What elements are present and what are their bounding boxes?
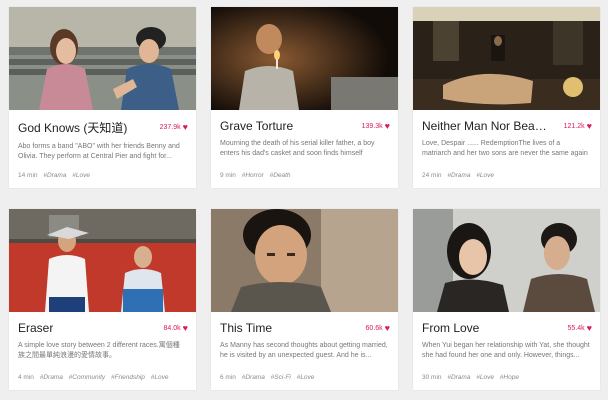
tag[interactable]: #Friendship — [111, 374, 145, 381]
film-title[interactable]: Eraser — [18, 321, 53, 335]
film-card-neither-man-nor-beast[interactable]: Neither Man Nor Beast (... 121.2k ♥ Love… — [413, 7, 600, 188]
film-duration: 4 min — [18, 374, 34, 381]
tag[interactable]: #Horror — [242, 172, 264, 179]
film-title[interactable]: God Knows (天知道) — [18, 119, 127, 136]
tag[interactable]: #Love — [72, 172, 90, 179]
tag[interactable]: #Drama — [40, 374, 63, 381]
film-title[interactable]: Grave Torture — [220, 119, 293, 133]
film-card-grave-torture[interactable]: Grave Torture 139.3k ♥ Mourning the deat… — [211, 7, 398, 188]
heart-icon[interactable]: ♥ — [183, 123, 188, 132]
heart-icon[interactable]: ♥ — [587, 323, 592, 333]
film-thumbnail[interactable] — [413, 209, 600, 312]
film-thumbnail[interactable] — [9, 7, 196, 110]
tag[interactable]: #Drama — [447, 374, 470, 381]
film-title[interactable]: This Time — [220, 321, 272, 335]
film-thumbnail[interactable] — [211, 209, 398, 312]
film-title[interactable]: Neither Man Nor Beast (... — [422, 119, 552, 133]
film-duration: 14 min — [18, 172, 38, 179]
tag[interactable]: #Love — [476, 172, 494, 179]
heart-icon[interactable]: ♥ — [385, 121, 390, 131]
film-card-this-time[interactable]: This Time 60.6k ♥ As Manny has second th… — [211, 209, 398, 390]
like-count[interactable]: 139.3k ♥ — [362, 121, 390, 131]
film-thumbnail[interactable] — [9, 209, 196, 312]
tag[interactable]: #Sci-Fi — [271, 374, 291, 381]
film-description: As Manny has second thoughts about getti… — [220, 342, 388, 359]
film-meta: 6 min #Drama #Sci-Fi #Love — [220, 374, 314, 381]
film-thumbnail[interactable] — [211, 7, 398, 110]
film-meta: 14 min #Drama #Love — [18, 172, 90, 179]
tag[interactable]: #Love — [151, 374, 169, 381]
film-meta: 9 min #Horror #Death — [220, 172, 291, 179]
film-card-eraser[interactable]: Eraser 84.0k ♥ A simple love story betwe… — [9, 209, 196, 390]
film-title[interactable]: From Love — [422, 321, 479, 335]
film-description: A simple love story between 2 different … — [18, 342, 180, 359]
tag[interactable]: #Community — [69, 374, 105, 381]
film-card-from-love[interactable]: From Love 55.4k ♥ When Yui began her rel… — [413, 209, 600, 390]
like-count[interactable]: 121.2k ♥ — [564, 121, 592, 131]
like-count[interactable]: 55.4k ♥ — [568, 323, 592, 333]
film-duration: 30 min — [422, 374, 442, 381]
film-duration: 9 min — [220, 172, 236, 179]
tag[interactable]: #Hope — [500, 374, 519, 381]
film-description: Love, Despair ...... RedemptionThe lives… — [422, 140, 588, 157]
film-description: When Yui began her relationship with Yat… — [422, 342, 590, 359]
like-count[interactable]: 60.6k ♥ — [366, 323, 390, 333]
like-count[interactable]: 237.9k ♥ — [160, 123, 188, 132]
film-description: Mourning the death of his serial killer … — [220, 140, 375, 157]
film-thumbnail[interactable] — [413, 7, 600, 110]
film-meta: 24 min #Drama #Love — [422, 172, 494, 179]
tag[interactable]: #Drama — [242, 374, 265, 381]
tag[interactable]: #Drama — [447, 172, 470, 179]
heart-icon[interactable]: ♥ — [183, 323, 188, 333]
film-meta: 4 min #Drama #Community #Friendship #Lov… — [18, 374, 168, 381]
tag[interactable]: #Death — [270, 172, 291, 179]
film-meta: 30 min #Drama #Love #Hope — [422, 374, 519, 381]
heart-icon[interactable]: ♥ — [587, 121, 592, 131]
tag[interactable]: #Love — [476, 374, 494, 381]
like-count[interactable]: 84.0k ♥ — [164, 323, 188, 333]
tag[interactable]: #Drama — [43, 172, 66, 179]
film-grid: God Knows (天知道) 237.9k ♥ Abo forms a ban… — [0, 0, 608, 400]
film-description: Abo forms a band "ABO" with her friends … — [18, 143, 180, 160]
tag[interactable]: #Love — [297, 374, 315, 381]
film-card-god-knows[interactable]: God Knows (天知道) 237.9k ♥ Abo forms a ban… — [9, 7, 196, 188]
film-duration: 6 min — [220, 374, 236, 381]
heart-icon[interactable]: ♥ — [385, 323, 390, 333]
film-duration: 24 min — [422, 172, 442, 179]
